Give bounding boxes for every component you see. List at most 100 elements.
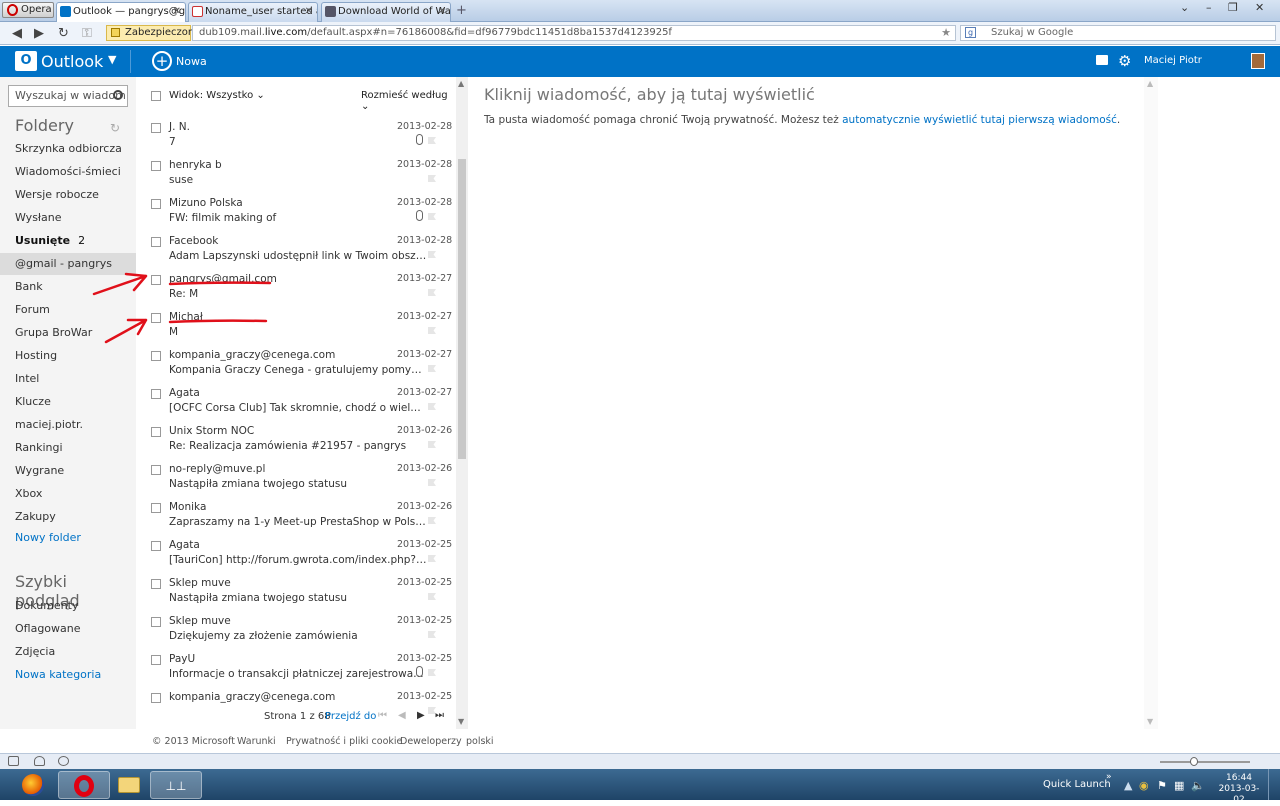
tray-chevron-icon[interactable]: ▲ [1124, 779, 1132, 792]
close-tab-icon[interactable]: ✕ [305, 3, 313, 21]
sidebar-item-folder[interactable]: Wysłane [0, 207, 136, 229]
close-tab-icon[interactable]: ✕ [438, 3, 446, 21]
message-checkbox[interactable] [151, 617, 161, 627]
flag-icon[interactable] [428, 289, 436, 296]
opera-menu-button[interactable]: Opera [2, 2, 54, 18]
flag-icon[interactable] [428, 555, 436, 562]
url-field[interactable]: dub109.mail.live.com/default.aspx#n=7618… [192, 25, 956, 41]
search-icon[interactable] [113, 90, 123, 100]
sidebar-item-folder[interactable]: Xbox [0, 483, 136, 505]
message-checkbox[interactable] [151, 579, 161, 589]
tab-gmail[interactable]: Noname_user started a...✕ [188, 2, 318, 22]
message-row[interactable]: Sklep muve 2013-02-25 Dziękujemy za złożen… [136, 611, 456, 649]
flag-icon[interactable] [428, 669, 436, 676]
app-name[interactable]: Outlook [41, 52, 103, 71]
message-list-scrollbar[interactable]: ▲ ▼ [456, 77, 468, 729]
flag-icon[interactable] [428, 441, 436, 448]
volume-icon[interactable]: 🔈 [1191, 779, 1205, 792]
key-icon[interactable]: ⚿ [82, 26, 92, 41]
message-row[interactable]: Agata 2013-02-27 [OCFC Corsa Club] Tak skr… [136, 383, 456, 421]
message-row[interactable]: Facebook 2013-02-28 Adam Lapszynski udostę… [136, 231, 456, 269]
new-message-button[interactable]: Nowa [176, 55, 207, 68]
sidebar-item-folder[interactable]: Wiadomości-śmieci [0, 161, 136, 183]
message-row[interactable]: PayU 2013-02-25 Informacje o transakcji pł… [136, 649, 456, 687]
zoom-slider[interactable] [1160, 757, 1250, 766]
message-row[interactable]: kompania_graczy@cenega.com 2013-02-27 Komp… [136, 345, 456, 383]
reload-icon[interactable]: ↻ [58, 26, 69, 41]
developers-link[interactable]: Deweloperzy [400, 736, 462, 747]
flag-icon[interactable] [428, 479, 436, 486]
message-row[interactable]: Monika 2013-02-26 Zapraszamy na 1-y Meet-u… [136, 497, 456, 535]
tray-expand-icon[interactable]: » [1106, 772, 1112, 782]
message-checkbox[interactable] [151, 199, 161, 209]
last-page-icon[interactable]: ⏭ [435, 710, 444, 721]
scrollbar-thumb[interactable] [458, 159, 466, 459]
language-link[interactable]: polski [466, 736, 494, 747]
quick-launch-label[interactable]: Quick Launch [1043, 779, 1111, 790]
flag-icon[interactable] [428, 365, 436, 372]
cloud-icon[interactable] [34, 756, 45, 766]
tray-app-icon[interactable]: ◉ [1139, 779, 1149, 792]
flag-icon[interactable] [428, 327, 436, 334]
system-clock[interactable]: 16:44 2013-03-02 [1215, 773, 1263, 806]
sidebar-item-folder[interactable]: Usunięte 2 [0, 230, 136, 252]
new-folder-link[interactable]: Nowy folder [0, 527, 136, 549]
quick-view-item[interactable]: Zdjęcia [0, 641, 136, 663]
message-row[interactable]: Agata 2013-02-25 [TauriCon] http://forum.g… [136, 535, 456, 573]
bookmark-star-icon[interactable]: ★ [941, 26, 951, 40]
view-filter-dropdown[interactable]: Widok: Wszystko ⌄ [169, 90, 265, 101]
message-row[interactable]: pangrys@gmail.com 2013-02-27 Re: M [136, 269, 456, 307]
flag-icon[interactable] [428, 593, 436, 600]
sidebar-item-folder[interactable]: Grupa BroWar [0, 322, 136, 344]
close-tab-icon[interactable]: ✕ [173, 3, 181, 21]
scroll-up-icon[interactable]: ▲ [1147, 79, 1153, 88]
sidebar-item-folder[interactable]: Wygrane [0, 460, 136, 482]
message-checkbox[interactable] [151, 427, 161, 437]
sidebar-item-folder[interactable]: Intel [0, 368, 136, 390]
scroll-up-icon[interactable]: ▲ [458, 79, 464, 88]
terms-link[interactable]: Warunki [237, 736, 276, 747]
turbo-icon[interactable] [58, 756, 69, 766]
message-row[interactable]: henryka b 2013-02-28 suse [136, 155, 456, 193]
goto-page-link[interactable]: Przejdź do [325, 711, 376, 722]
sort-dropdown[interactable]: Rozmieść według ⌄ [361, 90, 456, 112]
sidebar-item-folder[interactable]: Forum [0, 299, 136, 321]
select-all-checkbox[interactable] [151, 91, 161, 101]
message-row[interactable]: J. N. 2013-02-28 7 [136, 117, 456, 155]
google-search-field[interactable]: g Szukaj w Google [960, 25, 1276, 41]
new-tab-icon[interactable]: + [456, 3, 467, 18]
quick-view-item[interactable]: Dokumenty [0, 595, 136, 617]
sidebar-item-folder[interactable]: Skrzynka odbiorcza [0, 138, 136, 160]
flag-icon[interactable] [428, 251, 436, 258]
new-category-link[interactable]: Nowa kategoria [0, 664, 136, 686]
sidebar-item-folder[interactable]: Wersje robocze [0, 184, 136, 206]
flag-icon[interactable] [428, 517, 436, 524]
message-row[interactable]: Mizuno Polska 2013-02-28 FW: filmik making… [136, 193, 456, 231]
message-checkbox[interactable] [151, 503, 161, 513]
folders-heading[interactable]: Foldery [15, 116, 74, 135]
taskbar-opera[interactable] [58, 771, 110, 799]
sidebar-item-folder[interactable]: Zakupy [0, 506, 136, 528]
refresh-icon[interactable]: ↻ [110, 121, 120, 135]
new-message-plus-icon[interactable]: + [152, 51, 172, 71]
next-page-icon[interactable]: ▶ [417, 710, 425, 721]
panel-toggle-icon[interactable] [8, 756, 19, 766]
user-name[interactable]: Maciej Piotr [1144, 55, 1202, 66]
sidebar-item-folder[interactable]: maciej.piotr. [0, 414, 136, 436]
show-desktop-button[interactable] [1268, 769, 1280, 800]
flag-icon[interactable] [428, 175, 436, 182]
flag-icon[interactable] [428, 137, 436, 144]
minimize-icon[interactable]: – [1206, 1, 1212, 14]
reading-pane-scrollbar[interactable]: ▲ ▼ [1144, 77, 1158, 729]
message-checkbox[interactable] [151, 655, 161, 665]
tab-download[interactable]: Download World of Wa... ✕ [321, 2, 451, 22]
message-checkbox[interactable] [151, 541, 161, 551]
taskbar-arena[interactable]: ⊥⊥ [150, 771, 202, 799]
tab-outlook[interactable]: Outlook — pangrys@g... ✕ [56, 2, 186, 22]
quick-view-item[interactable]: Oflagowane [0, 618, 136, 640]
taskbar-firefox[interactable] [8, 771, 60, 799]
message-row[interactable]: Unix Storm NOC 2013-02-26 Re: Realizacja z… [136, 421, 456, 459]
back-icon[interactable]: ◀ [12, 26, 22, 41]
previous-page-icon[interactable]: ◀ [398, 710, 406, 721]
message-row[interactable]: Sklep muve 2013-02-25 Nastąpiła zmiana two… [136, 573, 456, 611]
